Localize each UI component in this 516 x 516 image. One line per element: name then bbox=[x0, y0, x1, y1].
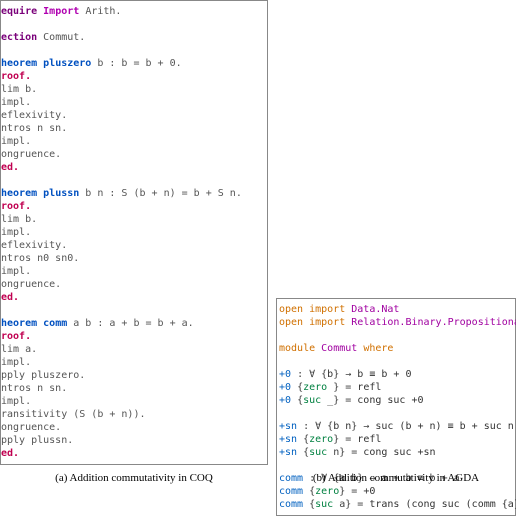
agda-line: open import Relation.Binary.Propositiona… bbox=[279, 316, 513, 329]
coq-line: lim a. bbox=[1, 343, 265, 356]
coq-line: impl. bbox=[1, 226, 265, 239]
agda-line: +0 : ∀ {b} → b ≡ b + 0 bbox=[279, 368, 513, 381]
agda-line: +0 {suc _} = cong suc +0 bbox=[279, 394, 513, 407]
code-panel-coq: equire Import Arith. ection Commut. heor… bbox=[0, 0, 268, 465]
agda-line: comm {zero} = +0 bbox=[279, 485, 513, 498]
coq-line: impl. bbox=[1, 265, 265, 278]
coq-line: roof. bbox=[1, 70, 265, 83]
coq-line: pply plussn. bbox=[1, 434, 265, 447]
coq-line: lim b. bbox=[1, 213, 265, 226]
coq-line: roof. bbox=[1, 330, 265, 343]
coq-line: pply pluszero. bbox=[1, 369, 265, 382]
coq-line: ntros n sn. bbox=[1, 122, 265, 135]
coq-line: equire Import Arith. bbox=[1, 5, 265, 18]
coq-line bbox=[1, 18, 265, 31]
agda-line bbox=[279, 459, 513, 472]
coq-line: ed. bbox=[1, 291, 265, 304]
agda-line: +sn {suc n} = cong suc +sn bbox=[279, 446, 513, 459]
caption-a: (a) Addition commutativity in COQ bbox=[0, 472, 268, 484]
coq-line: ongruence. bbox=[1, 278, 265, 291]
coq-line bbox=[1, 44, 265, 57]
coq-line: heorem pluszero b : b = b + 0. bbox=[1, 57, 265, 70]
coq-line: ed. bbox=[1, 447, 265, 460]
agda-line bbox=[279, 407, 513, 420]
coq-line: roof. bbox=[1, 200, 265, 213]
agda-line: +sn : ∀ {b n} → suc (b + n) ≡ b + suc n bbox=[279, 420, 513, 433]
coq-line: heorem plussn b n : S (b + n) = b + S n. bbox=[1, 187, 265, 200]
agda-line: +0 {zero } = refl bbox=[279, 381, 513, 394]
coq-line: impl. bbox=[1, 96, 265, 109]
coq-line: eflexivity. bbox=[1, 239, 265, 252]
coq-line: heorem comm a b : a + b = b + a. bbox=[1, 317, 265, 330]
coq-line bbox=[1, 174, 265, 187]
agda-line: +sn {zero} = refl bbox=[279, 433, 513, 446]
caption-b: (b) Addition commutativity in AGDA bbox=[276, 472, 516, 484]
coq-line: impl. bbox=[1, 395, 265, 408]
agda-line: module Commut where bbox=[279, 342, 513, 355]
agda-line: open import Data.Nat bbox=[279, 303, 513, 316]
coq-line: ntros n sn. bbox=[1, 382, 265, 395]
coq-line: ntros n0 sn0. bbox=[1, 252, 265, 265]
coq-line: ection Commut. bbox=[1, 31, 265, 44]
coq-line bbox=[1, 304, 265, 317]
agda-line bbox=[279, 329, 513, 342]
coq-line: eflexivity. bbox=[1, 109, 265, 122]
coq-line: ongruence. bbox=[1, 148, 265, 161]
coq-line: ongruence. bbox=[1, 421, 265, 434]
coq-line: impl. bbox=[1, 356, 265, 369]
agda-line bbox=[279, 355, 513, 368]
coq-line: ed. bbox=[1, 161, 265, 174]
coq-line: impl. bbox=[1, 135, 265, 148]
coq-line: lim b. bbox=[1, 83, 265, 96]
coq-line: ransitivity (S (b + n)). bbox=[1, 408, 265, 421]
